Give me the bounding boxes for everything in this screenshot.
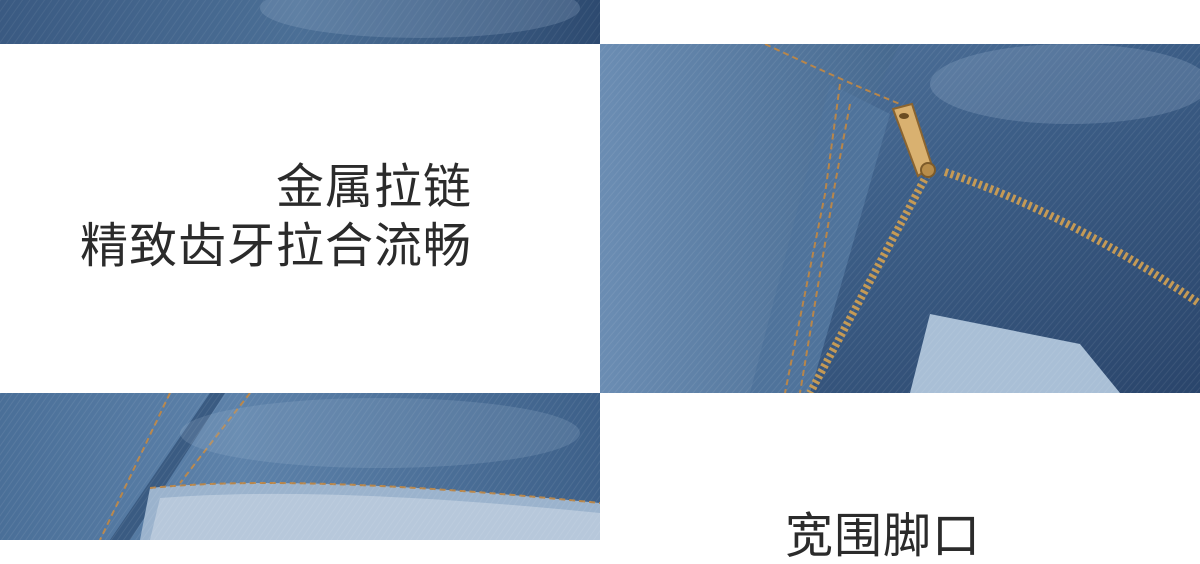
metal-zipper-photo — [600, 44, 1200, 393]
hem-feature-title: 宽围脚口 — [785, 508, 982, 564]
zipper-feature-description: 精致齿牙拉合流畅 — [79, 218, 472, 274]
zipper-feature-title: 金属拉链 — [275, 159, 472, 215]
denim-fabric-top-photo — [0, 0, 600, 44]
denim-hem-photo — [0, 393, 600, 540]
